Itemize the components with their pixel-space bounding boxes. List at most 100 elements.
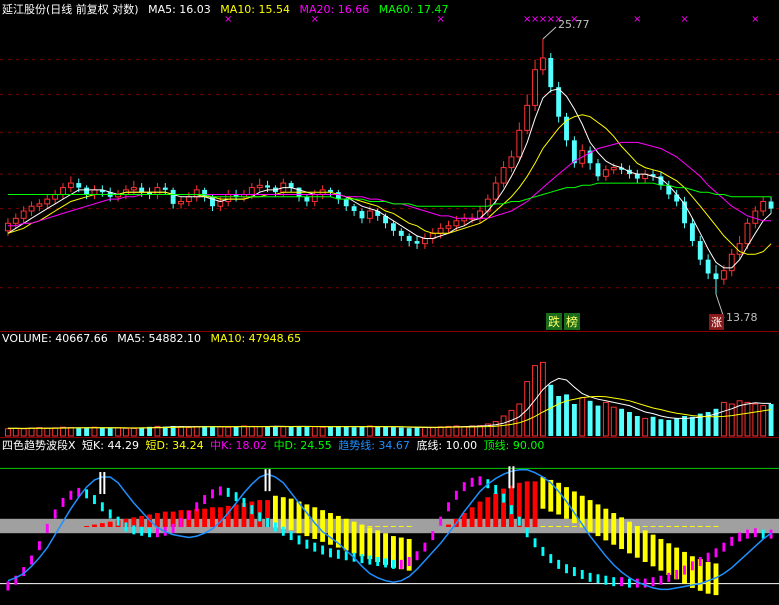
tag-fall: 跌 [546, 313, 563, 330]
short-k-marker [37, 541, 41, 551]
volume-bar-up [248, 425, 255, 437]
candle-body-down [359, 211, 365, 219]
moving-average-line-ma60 [7, 182, 772, 207]
volume-bar-up [115, 427, 122, 437]
candle-body-up [602, 169, 609, 177]
volume-bar-down [343, 426, 349, 436]
candle-body-up [256, 184, 263, 189]
candle-body-up [91, 189, 98, 195]
volume-bar-down [768, 404, 774, 436]
volume-bar-down [571, 404, 577, 436]
mid-k-fall-bar [603, 508, 609, 541]
short-k-marker [242, 497, 246, 507]
short-k-marker [376, 557, 380, 566]
short-k-marker [391, 559, 395, 569]
mid-k-fall-bar [359, 524, 365, 557]
candle-body-up [760, 200, 767, 212]
short-k-marker [368, 555, 372, 565]
short-k-marker [675, 569, 679, 579]
mid-k-bar [107, 521, 113, 527]
mid-k-bar [493, 492, 499, 527]
volume-bar-down [398, 427, 404, 436]
ma5-value: MA5: 16.03 [148, 3, 211, 16]
candle-body-up [744, 222, 751, 245]
short-k-marker [234, 492, 238, 502]
volume-bar-down [265, 426, 270, 436]
short-k-marker [171, 523, 175, 533]
short-k-marker [116, 516, 120, 526]
short-k-marker [549, 554, 553, 564]
peak-marker [512, 466, 515, 489]
volume-bar-down [296, 426, 302, 436]
volume-bar-down [359, 426, 365, 436]
volume-bar-down [689, 416, 695, 436]
short-k-marker [69, 490, 73, 500]
mid-k-bar [469, 507, 475, 527]
volume-bar-down [328, 426, 333, 436]
chart-canvas: × × × × × × × × × × × × [0, 14, 779, 596]
mid-k-bar [524, 481, 530, 527]
mid-k-bar [225, 505, 231, 527]
peak-marker [508, 466, 511, 489]
volume-bar-up [602, 401, 609, 437]
volume-bar-down [210, 426, 215, 436]
volume-bar-up [492, 421, 499, 437]
mid-k-fall-bar [320, 510, 326, 542]
mid-k-fall-bar [658, 538, 664, 571]
short-k-value: 短K: 44.29 [82, 439, 139, 452]
mid-k-fall-bar [304, 504, 310, 537]
short-k-marker [313, 542, 317, 552]
mid-k-fall-bar [595, 504, 601, 537]
short-k-marker [297, 535, 301, 545]
volume-bar-up [744, 401, 751, 437]
short-k-marker [407, 557, 411, 566]
top-line-value: 顶线: 90.00 [483, 439, 545, 452]
ma60-value: MA60: 17.47 [378, 3, 449, 16]
ma10-value: MA10: 15.54 [220, 3, 291, 16]
mid-k-bar [383, 526, 389, 527]
mid-k-bar [477, 501, 483, 527]
candle-body-down [265, 185, 270, 188]
candle-body-up [539, 57, 546, 71]
volume-bar-down [595, 405, 601, 436]
short-k-marker [541, 546, 545, 556]
short-k-marker [6, 581, 10, 591]
candle-body-up [154, 187, 161, 195]
volume-bar-up [241, 425, 247, 437]
candle-body-up [248, 187, 255, 195]
short-k-marker [588, 572, 592, 582]
candle-body-up [185, 196, 192, 202]
separator-volume-indicator [0, 437, 779, 438]
candle-body-down [705, 259, 711, 274]
volume-bar-down [390, 427, 396, 436]
volume-header: VOLUME: 40667.66 MA5: 54882.10 MA10: 479… [2, 332, 307, 345]
candle-body-down [768, 201, 774, 209]
volume-bar-up [752, 403, 759, 437]
mid-k-bar [532, 481, 538, 527]
short-k-marker [250, 505, 254, 515]
short-k-marker [61, 497, 65, 507]
volume-bar-down [587, 400, 593, 436]
mid-d-value: 中D: 24.55 [273, 439, 332, 452]
candle-body-up [508, 156, 515, 169]
short-k-marker [462, 482, 466, 492]
short-k-marker [211, 489, 214, 499]
candle-body-down [202, 189, 208, 197]
short-k-marker [706, 552, 710, 562]
top-signal-mark: × [680, 14, 688, 25]
short-k-marker [439, 516, 443, 526]
candle-body-up [44, 198, 51, 205]
stock-title: 延江股份(日线 前复权 对数) [2, 3, 139, 16]
short-k-marker [525, 528, 529, 538]
short-k-marker [187, 510, 191, 520]
volume-bar-down [383, 426, 389, 436]
candle-body-up [67, 182, 74, 189]
candle-body-up [524, 104, 531, 131]
volume-bar-up [366, 425, 373, 437]
volume-bar-up [91, 426, 98, 437]
mid-k-bar [162, 511, 168, 527]
mid-k-fall-bar [571, 491, 577, 524]
mid-k-fall-bar [650, 534, 656, 567]
short-k-marker [612, 577, 616, 587]
high-leader-line [542, 26, 557, 40]
